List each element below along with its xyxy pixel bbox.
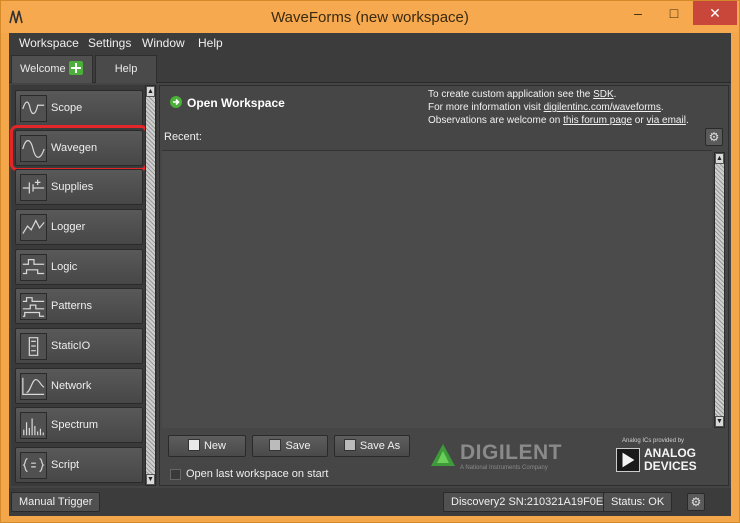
logic-icon bbox=[20, 254, 47, 281]
instrument-label: Logger bbox=[51, 221, 86, 233]
add-plus-icon[interactable] bbox=[68, 61, 83, 75]
adi-wordmark: ANALOG DEVICES bbox=[644, 447, 697, 473]
tab-welcome[interactable]: Welcome bbox=[11, 55, 93, 83]
tab-bar: Welcome Help bbox=[9, 53, 731, 83]
instrument-label: Spectrum bbox=[51, 419, 99, 431]
instrument-label: Supplies bbox=[51, 181, 94, 193]
new-workspace-button[interactable]: New bbox=[168, 435, 246, 457]
new-button-label: New bbox=[203, 440, 226, 452]
email-link[interactable]: via email bbox=[646, 115, 685, 126]
recent-label: Recent: bbox=[164, 131, 202, 143]
instrument-spectrum-button[interactable]: Spectrum bbox=[15, 407, 143, 443]
instrument-label: Scope bbox=[51, 102, 83, 114]
open-workspace-label: Open Workspace bbox=[187, 96, 285, 110]
recent-scrollbar[interactable]: ▲ ▼ bbox=[714, 152, 725, 428]
logger-icon bbox=[20, 214, 47, 241]
app-client-area: Workspace Settings Window Help Welcome H… bbox=[9, 33, 731, 516]
menu-window[interactable]: Window bbox=[142, 36, 185, 50]
instrument-logic-button[interactable]: Logic bbox=[15, 249, 143, 285]
instrument-script-button[interactable]: Script bbox=[15, 447, 143, 483]
recent-workspaces-list[interactable] bbox=[162, 150, 712, 428]
supplies-icon bbox=[20, 174, 47, 201]
menu-settings[interactable]: Settings bbox=[88, 36, 131, 50]
scroll-down-icon[interactable]: ▼ bbox=[715, 416, 724, 427]
scroll-down-icon[interactable]: ▼ bbox=[146, 474, 155, 485]
instrument-label: StaticIO bbox=[51, 340, 91, 352]
spectrum-icon bbox=[20, 412, 47, 439]
digilent-triangle-icon bbox=[431, 444, 455, 466]
open-workspace-heading[interactable]: Open Workspace bbox=[170, 96, 285, 110]
analog-devices-logo: Analog ICs provided by ANALOG DEVICES bbox=[616, 438, 716, 480]
scroll-up-icon[interactable]: ▲ bbox=[715, 153, 724, 164]
info-line3-mid: or bbox=[632, 115, 647, 126]
info-line1-suffix: . bbox=[613, 89, 617, 100]
instrument-wavegen-button[interactable]: Wavegen bbox=[10, 125, 148, 171]
recent-settings-gear-icon[interactable]: ⚙ bbox=[705, 128, 723, 146]
adi-line2: DEVICES bbox=[644, 459, 697, 473]
tab-help[interactable]: Help bbox=[95, 55, 157, 83]
save-workspace-button[interactable]: Save bbox=[252, 435, 328, 457]
instrument-label: Patterns bbox=[51, 300, 92, 312]
save-as-icon bbox=[343, 439, 356, 451]
info-text: To create custom application see the SDK… bbox=[428, 88, 689, 127]
forum-link[interactable]: this forum page bbox=[563, 115, 632, 126]
arrow-right-icon bbox=[170, 96, 182, 108]
save-as-workspace-button[interactable]: Save As bbox=[334, 435, 410, 457]
adi-triangle-icon bbox=[616, 448, 640, 472]
wavegen-icon bbox=[20, 135, 47, 162]
instrument-label: Wavegen bbox=[51, 142, 98, 154]
instrument-staticio-button[interactable]: StaticIO bbox=[15, 328, 143, 364]
digilent-wordmark: DIGILENT bbox=[460, 441, 562, 464]
info-line2-suffix: . bbox=[660, 102, 664, 113]
patterns-icon bbox=[20, 293, 47, 320]
device-selector-button[interactable]: Discovery2 SN:210321A19F0E bbox=[443, 492, 612, 512]
digilent-logo: DIGILENT A National Instruments Company bbox=[430, 441, 580, 479]
instrument-network-button[interactable]: Network bbox=[15, 368, 143, 404]
instrument-sidebar: Scope Wavegen Supplies Logger Logic Patterns S… bbox=[10, 85, 157, 486]
maximize-button[interactable]: □ bbox=[657, 1, 691, 25]
instrument-supplies-button[interactable]: Supplies bbox=[15, 169, 143, 205]
sidebar-scrollbar[interactable]: ▲ ▼ bbox=[145, 85, 156, 486]
digilent-tagline: A National Instruments Company bbox=[460, 465, 548, 471]
open-last-workspace-label: Open last workspace on start bbox=[186, 468, 329, 480]
tab-welcome-label: Welcome bbox=[20, 63, 66, 75]
new-file-icon bbox=[187, 439, 200, 451]
instrument-label: Logic bbox=[51, 261, 78, 273]
menu-workspace[interactable]: Workspace bbox=[19, 36, 79, 50]
website-link[interactable]: digilentinc.com/waveforms bbox=[544, 102, 661, 113]
instrument-logger-button[interactable]: Logger bbox=[15, 209, 143, 245]
status-settings-gear-icon[interactable]: ⚙ bbox=[687, 493, 705, 511]
save-as-button-label: Save As bbox=[359, 440, 401, 452]
menu-bar: Workspace Settings Window Help bbox=[9, 33, 731, 53]
instrument-scope-button[interactable]: Scope bbox=[15, 90, 143, 126]
info-line1-text: To create custom application see the bbox=[428, 89, 594, 100]
minimize-button[interactable]: – bbox=[621, 1, 655, 25]
scroll-up-icon[interactable]: ▲ bbox=[146, 86, 155, 97]
status-bar: Manual Trigger Discovery2 SN:210321A19F0… bbox=[9, 488, 731, 516]
adi-caption: Analog ICs provided by bbox=[622, 438, 685, 444]
manual-trigger-button[interactable]: Manual Trigger bbox=[11, 492, 101, 512]
status-button[interactable]: Status: OK bbox=[603, 492, 673, 512]
welcome-panel: Open Workspace To create custom applicat… bbox=[159, 85, 729, 486]
instrument-patterns-button[interactable]: Patterns bbox=[15, 288, 143, 324]
info-line3-suffix: . bbox=[685, 115, 689, 126]
title-bar: WaveForms (new workspace) – □ ✕ bbox=[1, 1, 739, 33]
staticio-icon bbox=[20, 333, 47, 360]
close-window-button[interactable]: ✕ bbox=[693, 1, 737, 25]
scope-icon bbox=[20, 95, 47, 122]
save-disk-icon bbox=[269, 439, 282, 451]
sdk-link[interactable]: SDK bbox=[593, 89, 614, 100]
instrument-label: Script bbox=[51, 459, 80, 471]
save-button-label: Save bbox=[285, 440, 311, 452]
info-line3-text: Observations are welcome on bbox=[428, 115, 564, 126]
menu-help[interactable]: Help bbox=[198, 36, 223, 50]
instrument-label: Network bbox=[51, 380, 92, 392]
network-icon bbox=[20, 373, 47, 400]
tab-help-label: Help bbox=[114, 63, 138, 75]
info-line2-text: For more information visit bbox=[428, 102, 544, 113]
script-icon bbox=[20, 452, 47, 479]
open-last-workspace-checkbox[interactable] bbox=[170, 469, 181, 480]
app-window: WaveForms (new workspace) – □ ✕ Workspac… bbox=[0, 0, 740, 523]
